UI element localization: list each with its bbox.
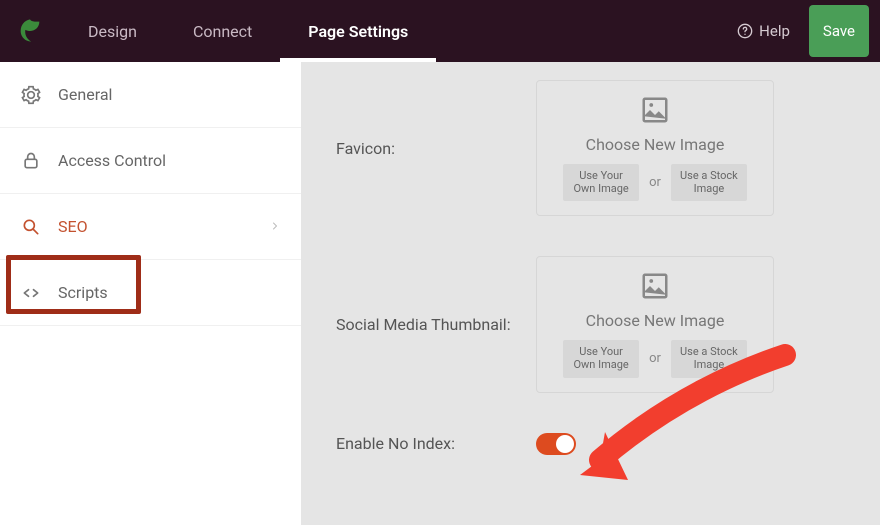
favicon-image-card: Choose New Image Use Your Own Image or U… xyxy=(536,80,774,216)
tab-connect[interactable]: Connect xyxy=(165,0,280,62)
topbar-right: Help Save xyxy=(737,0,880,62)
save-button[interactable]: Save xyxy=(809,5,869,57)
favicon-label: Favicon: xyxy=(336,139,536,158)
chevron-right-icon xyxy=(269,217,281,236)
tab-page-settings[interactable]: Page Settings xyxy=(280,0,436,62)
image-placeholder-icon xyxy=(640,271,670,301)
content: General Access Control SEO Scripts xyxy=(0,62,880,525)
use-own-image-button[interactable]: Use Your Own Image xyxy=(563,164,639,201)
or-label: or xyxy=(649,175,661,190)
choose-new-image-label: Choose New Image xyxy=(586,135,725,154)
social-image-card: Choose New Image Use Your Own Image or U… xyxy=(536,256,774,392)
main-panel: Favicon: Choose New Image Use Your Own I… xyxy=(302,62,880,525)
choose-new-image-label: Choose New Image xyxy=(586,311,725,330)
top-tabs: Design Connect Page Settings xyxy=(60,0,436,62)
sidebar-item-general[interactable]: General xyxy=(0,62,301,128)
search-icon xyxy=(20,216,42,238)
or-label: or xyxy=(649,351,661,366)
sidebar-item-label: Access Control xyxy=(58,151,166,170)
social-thumbnail-row: Social Media Thumbnail: Choose New Image… xyxy=(336,256,852,392)
topbar: Design Connect Page Settings Help Save xyxy=(0,0,880,62)
sidebar-item-scripts[interactable]: Scripts xyxy=(0,260,301,326)
leaf-icon xyxy=(16,17,44,45)
no-index-toggle[interactable] xyxy=(536,433,576,455)
favicon-btn-row: Use Your Own Image or Use a Stock Image xyxy=(563,164,747,201)
sidebar: General Access Control SEO Scripts xyxy=(0,62,302,525)
help-label: Help xyxy=(759,22,790,40)
use-stock-image-button[interactable]: Use a Stock Image xyxy=(671,164,747,201)
sidebar-item-label: General xyxy=(58,85,112,104)
favicon-row: Favicon: Choose New Image Use Your Own I… xyxy=(336,62,852,216)
social-thumbnail-label: Social Media Thumbnail: xyxy=(336,315,536,334)
sidebar-item-seo[interactable]: SEO xyxy=(0,194,301,260)
gear-icon xyxy=(20,84,42,106)
use-stock-image-button[interactable]: Use a Stock Image xyxy=(671,340,747,377)
sidebar-item-label: SEO xyxy=(58,217,88,236)
app-logo xyxy=(0,0,60,62)
sidebar-item-access-control[interactable]: Access Control xyxy=(0,128,301,194)
lock-icon xyxy=(20,150,42,172)
help-link[interactable]: Help xyxy=(737,22,790,40)
sidebar-item-label: Scripts xyxy=(58,283,108,302)
help-icon xyxy=(737,23,753,39)
toggle-knob xyxy=(556,435,574,453)
no-index-row: Enable No Index: xyxy=(336,433,852,455)
image-placeholder-icon xyxy=(640,95,670,125)
social-btn-row: Use Your Own Image or Use a Stock Image xyxy=(563,340,747,377)
no-index-label: Enable No Index: xyxy=(336,434,536,453)
tab-design[interactable]: Design xyxy=(60,0,165,62)
use-own-image-button[interactable]: Use Your Own Image xyxy=(563,340,639,377)
code-icon xyxy=(20,282,42,304)
